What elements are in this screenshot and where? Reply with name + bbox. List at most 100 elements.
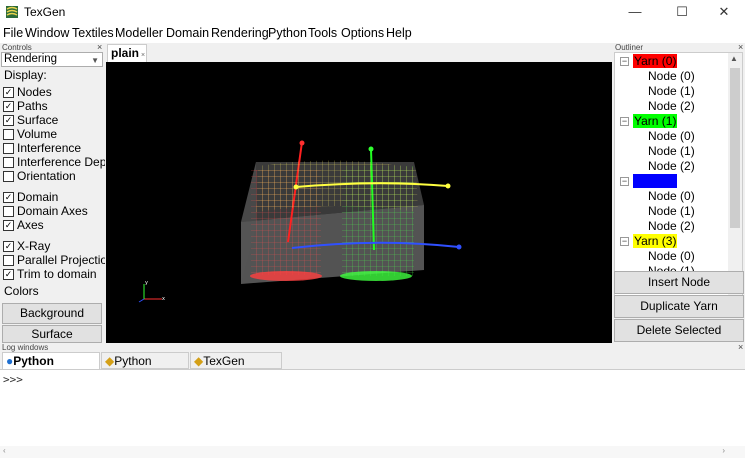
scroll-up-icon[interactable]: ▲: [730, 54, 738, 63]
checkbox-trim-to-domain[interactable]: ✓ Trim to domain: [3, 268, 105, 281]
menu-textiles[interactable]: Textiles: [72, 26, 114, 40]
surface-color-button[interactable]: Surface: [2, 325, 102, 343]
tree-node[interactable]: Node (0): [648, 69, 695, 84]
tree-node[interactable]: Node (0): [648, 249, 695, 264]
outliner-header: Outliner: [615, 43, 644, 52]
checkbox-orientation-label: Orientation: [17, 170, 76, 183]
3d-viewport[interactable]: x y: [106, 62, 612, 343]
checkbox-paths[interactable]: ✓ Paths: [3, 100, 105, 113]
yarn-1-label: Yarn (1): [633, 114, 678, 128]
controls-header: Controls: [2, 43, 32, 52]
tab-python-output[interactable]: ◆Python Output: [101, 352, 189, 384]
tree-yarn-3[interactable]: Yarn (3): [633, 234, 678, 249]
tree-node[interactable]: Node (0): [648, 129, 695, 144]
menu-bar: File Window Textiles Modeller Domain Ren…: [0, 24, 745, 43]
checkbox-volume-label: Volume: [17, 128, 58, 141]
tab-python-console[interactable]: ●Python Console: [2, 352, 100, 384]
texgen-logo-icon: [6, 6, 18, 18]
collapse-icon[interactable]: −: [620, 177, 629, 186]
checkbox-nodes-label: Nodes: [17, 86, 52, 99]
maximize-button[interactable]: ☐: [667, 3, 697, 21]
menu-help[interactable]: Help: [386, 26, 412, 40]
tab-texgen-output[interactable]: ◆TexGen Output: [190, 352, 282, 384]
collapse-icon[interactable]: −: [620, 117, 629, 126]
controls-close-icon[interactable]: ×: [97, 42, 102, 52]
checkbox-domain-axes[interactable]: Domain Axes: [3, 205, 105, 218]
checkbox-domain-axes-box[interactable]: [3, 206, 14, 217]
checkbox-paths-box[interactable]: ✓: [3, 101, 14, 112]
menu-window[interactable]: Window: [25, 26, 69, 40]
insert-node-button[interactable]: Insert Node: [614, 271, 744, 294]
checkbox-parallel-projection-label: Parallel Projectio: [17, 254, 105, 267]
background-color-button[interactable]: Background: [2, 303, 102, 324]
checkbox-trim-to-domain-box[interactable]: ✓: [3, 269, 14, 280]
checkbox-parallel-projection-box[interactable]: [3, 255, 14, 266]
close-button[interactable]: ✕: [709, 3, 739, 21]
menu-file[interactable]: File: [3, 26, 23, 40]
tree-node[interactable]: Node (0): [648, 189, 695, 204]
scroll-right-icon[interactable]: ›: [722, 446, 725, 455]
checkbox-surface[interactable]: ✓ Surface: [3, 114, 105, 127]
duplicate-yarn-button[interactable]: Duplicate Yarn: [614, 295, 744, 318]
menu-modeller[interactable]: Modeller: [115, 26, 163, 40]
checkbox-xray-box[interactable]: ✓: [3, 241, 14, 252]
tree-yarn-2[interactable]: Yarn (2): [633, 174, 678, 189]
collapse-icon[interactable]: −: [620, 237, 629, 246]
checkbox-orientation[interactable]: Orientation: [3, 170, 105, 183]
checkbox-volume-box[interactable]: [3, 129, 14, 140]
controls-mode-value: Rendering: [4, 53, 58, 65]
tree-node[interactable]: Node (2): [648, 219, 695, 234]
checkbox-interference[interactable]: Interference: [3, 142, 105, 155]
log-close-icon[interactable]: ×: [738, 342, 743, 352]
menu-tools[interactable]: Tools: [308, 26, 337, 40]
tab-plain[interactable]: plain ×: [107, 44, 147, 62]
menu-python[interactable]: Python: [268, 26, 307, 40]
output-dot-icon: ◆: [105, 354, 115, 368]
checkbox-axes-box[interactable]: ✓: [3, 220, 14, 231]
collapse-icon[interactable]: −: [620, 57, 629, 66]
menu-rendering[interactable]: Rendering: [211, 26, 269, 40]
log-header: Log windows: [2, 343, 49, 352]
checkbox-domain[interactable]: ✓ Domain: [3, 191, 105, 204]
minimize-button[interactable]: —: [620, 3, 650, 21]
chevron-down-icon: ▼: [91, 56, 99, 65]
menu-options[interactable]: Options: [341, 26, 384, 40]
checkbox-axes[interactable]: ✓ Axes: [3, 219, 105, 232]
checkbox-xray-label: X-Ray: [17, 240, 51, 253]
checkbox-parallel-projection[interactable]: Parallel Projectio: [3, 254, 105, 267]
scroll-left-icon[interactable]: ‹: [3, 446, 6, 455]
checkbox-volume[interactable]: Volume: [3, 128, 105, 141]
checkbox-paths-label: Paths: [17, 100, 48, 113]
outliner-close-icon[interactable]: ×: [738, 42, 743, 52]
checkbox-interference-depth[interactable]: Interference Dep: [3, 156, 105, 169]
controls-mode-select[interactable]: Rendering ▼: [1, 52, 103, 67]
checkbox-nodes-box[interactable]: ✓: [3, 87, 14, 98]
tree-yarn-0[interactable]: Yarn (0): [633, 54, 678, 69]
console-horizontal-scrollbar[interactable]: ‹ ›: [0, 446, 745, 458]
checkbox-domain-box[interactable]: ✓: [3, 192, 14, 203]
checkbox-surface-box[interactable]: ✓: [3, 115, 14, 126]
delete-selected-button[interactable]: Delete Selected: [614, 319, 744, 342]
checkbox-nodes[interactable]: ✓ Nodes: [3, 86, 105, 99]
menu-domain[interactable]: Domain: [166, 26, 209, 40]
checkbox-interference-label: Interference: [17, 142, 82, 155]
tab-plain-label: plain: [111, 46, 140, 60]
window-title: TexGen: [24, 5, 66, 19]
checkbox-orientation-box[interactable]: [3, 171, 14, 182]
tree-node[interactable]: Node (1): [648, 84, 695, 99]
python-console-area[interactable]: >>> ‹ ›: [0, 369, 745, 458]
tree-node[interactable]: Node (1): [648, 204, 695, 219]
tree-node[interactable]: Node (1): [648, 144, 695, 159]
viewport-tab-strip: plain ×: [106, 43, 612, 62]
tree-node[interactable]: Node (2): [648, 159, 695, 174]
tree-node[interactable]: Node (2): [648, 99, 695, 114]
yarn-2-label: Yarn (2): [633, 174, 678, 188]
axis-y-label: y: [145, 280, 148, 286]
checkbox-xray[interactable]: ✓ X-Ray: [3, 240, 105, 253]
checkbox-interference-box[interactable]: [3, 143, 14, 154]
axis-x-label: x: [162, 296, 165, 302]
tab-close-icon[interactable]: ×: [141, 52, 145, 59]
scroll-thumb[interactable]: [730, 68, 740, 228]
tree-yarn-1[interactable]: Yarn (1): [633, 114, 678, 129]
checkbox-interference-depth-box[interactable]: [3, 157, 14, 168]
